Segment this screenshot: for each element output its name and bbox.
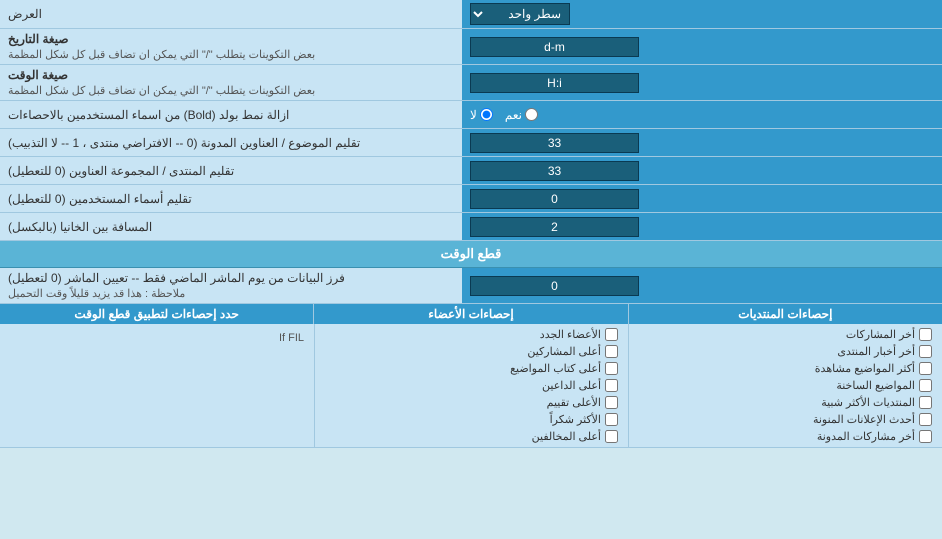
display-label: العرض <box>8 7 42 21</box>
row-time-format-left <box>462 65 942 100</box>
row-trim-topic-right: تقليم الموضوع / العناوين المدونة (0 -- ا… <box>0 129 462 156</box>
checkbox-col1-0[interactable] <box>919 328 932 341</box>
radio-no[interactable] <box>480 108 493 121</box>
stats-col3-header: حدد إحصاءات لتطبيق قطع الوقت <box>0 304 313 324</box>
row-cutoff: فرز البيانات من يوم الماشر الماضي فقط --… <box>0 268 942 304</box>
stats-col2-item-4: الأعلى تقييم <box>325 396 618 409</box>
stats-col1-item-1: أخر أخبار المنتدى <box>639 345 932 358</box>
stats-col1-item-5: أحدث الإعلانات المنونة <box>639 413 932 426</box>
row-bold-remove-left: نعم لا <box>462 101 942 128</box>
stats-col1-item-2: أكثر المواضيع مشاهدة <box>639 362 932 375</box>
time-format-input[interactable] <box>470 73 639 93</box>
row-trim-forum-right: تقليم المنتدى / المجموعة العناوين (0 للت… <box>0 157 462 184</box>
stats-col2-item-5: الأكثر شكراً <box>325 413 618 426</box>
date-format-label-1: صيغة التاريخ <box>8 32 69 46</box>
row-trim-users: تقليم أسماء المستخدمين (0 للتعطيل) <box>0 185 942 213</box>
trim-topic-label: تقليم الموضوع / العناوين المدونة (0 -- ا… <box>8 136 360 150</box>
trim-users-input[interactable] <box>470 189 639 209</box>
stats-checkboxes-grid: أخر المشاركات أخر أخبار المنتدى أكثر الم… <box>0 324 942 448</box>
row-bold-remove: نعم لا ازالة نمط بولد (Bold) من اسماء ال… <box>0 101 942 129</box>
date-format-label-2: بعض التكوينات يتطلب "/" التي يمكن ان تضا… <box>8 48 315 61</box>
stats-col2-item-2: أعلى كتاب المواضيع <box>325 362 618 375</box>
date-format-input[interactable] <box>470 37 639 57</box>
row-spacing: المسافة بين الخانيا (بالبكسل) <box>0 213 942 241</box>
checkbox-col2-2[interactable] <box>605 362 618 375</box>
row-spacing-right: المسافة بين الخانيا (بالبكسل) <box>0 213 462 240</box>
radio-yes-label[interactable]: نعم <box>505 108 538 122</box>
main-container: سطر واحد العرض صيغة التاريخ بعض التكوينا… <box>0 0 942 448</box>
checkbox-col2-6[interactable] <box>605 430 618 443</box>
spacing-label: المسافة بين الخانيا (بالبكسل) <box>8 220 152 234</box>
trim-topic-input[interactable] <box>470 133 639 153</box>
checkbox-col1-3[interactable] <box>919 379 932 392</box>
row-date-format: صيغة التاريخ بعض التكوينات يتطلب "/" الت… <box>0 29 942 65</box>
row-bold-remove-right: ازالة نمط بولد (Bold) من اسماء المستخدمي… <box>0 101 462 128</box>
display-select[interactable]: سطر واحد <box>470 3 570 25</box>
trim-forum-input[interactable] <box>470 161 639 181</box>
checkbox-col1-1[interactable] <box>919 345 932 358</box>
checkbox-col1-5[interactable] <box>919 413 932 426</box>
stats-col1-header: إحصاءات المنتديات <box>628 304 942 324</box>
row-trim-topic-left <box>462 129 942 156</box>
row-display: سطر واحد العرض <box>0 0 942 29</box>
checkbox-col1-4[interactable] <box>919 396 932 409</box>
row-time-format-right: صيغة الوقت بعض التكوينات يتطلب "/" التي … <box>0 65 462 100</box>
stats-col2-item-3: أعلى الداعين <box>325 379 618 392</box>
checkbox-col1-6[interactable] <box>919 430 932 443</box>
row-trim-users-left <box>462 185 942 212</box>
row-spacing-left <box>462 213 942 240</box>
cutoff-label-1: فرز البيانات من يوم الماشر الماضي فقط --… <box>8 271 345 285</box>
stats-col3: If FIL <box>0 324 314 447</box>
row-cutoff-left <box>462 268 942 303</box>
stats-col2: الأعضاء الجدد أعلى المشاركين أعلى كتاب ا… <box>314 324 628 447</box>
stats-col1: أخر المشاركات أخر أخبار المنتدى أكثر الم… <box>628 324 942 447</box>
spacing-input[interactable] <box>470 217 639 237</box>
row-time-format: صيغة الوقت بعض التكوينات يتطلب "/" التي … <box>0 65 942 101</box>
checkbox-col2-4[interactable] <box>605 396 618 409</box>
row-display-left: سطر واحد <box>462 0 942 28</box>
time-format-label-2: بعض التكوينات يتطلب "/" التي يمكن ان تضا… <box>8 84 315 97</box>
row-date-format-right: صيغة التاريخ بعض التكوينات يتطلب "/" الت… <box>0 29 462 64</box>
stats-note: If FIL <box>10 328 304 344</box>
stats-col2-item-0: الأعضاء الجدد <box>325 328 618 341</box>
radio-yes[interactable] <box>525 108 538 121</box>
checkbox-col1-2[interactable] <box>919 362 932 375</box>
row-trim-forum-left <box>462 157 942 184</box>
stats-col1-item-6: أخر مشاركات المدونة <box>639 430 932 443</box>
checkbox-col2-0[interactable] <box>605 328 618 341</box>
stats-header-row: إحصاءات المنتديات إحصاءات الأعضاء حدد إح… <box>0 304 942 324</box>
cutoff-label-2: ملاحظة : هذا قد يزيد قليلاً وقت التحميل <box>8 287 185 300</box>
trim-users-label: تقليم أسماء المستخدمين (0 للتعطيل) <box>8 192 192 206</box>
stats-col2-item-6: أعلى المخالفين <box>325 430 618 443</box>
trim-forum-label: تقليم المنتدى / المجموعة العناوين (0 للت… <box>8 164 234 178</box>
bold-radio-group: نعم لا <box>470 108 538 122</box>
time-format-label-1: صيغة الوقت <box>8 68 68 82</box>
checkbox-col2-3[interactable] <box>605 379 618 392</box>
cutoff-input[interactable] <box>470 276 639 296</box>
stats-area: إحصاءات المنتديات إحصاءات الأعضاء حدد إح… <box>0 304 942 448</box>
row-trim-topic: تقليم الموضوع / العناوين المدونة (0 -- ا… <box>0 129 942 157</box>
stats-col2-item-1: أعلى المشاركين <box>325 345 618 358</box>
stats-col1-item-3: المواضيع الساخنة <box>639 379 932 392</box>
checkbox-col2-5[interactable] <box>605 413 618 426</box>
bold-remove-label: ازالة نمط بولد (Bold) من اسماء المستخدمي… <box>8 108 289 122</box>
radio-no-label[interactable]: لا <box>470 108 493 122</box>
row-cutoff-right: فرز البيانات من يوم الماشر الماضي فقط --… <box>0 268 462 303</box>
checkbox-col2-1[interactable] <box>605 345 618 358</box>
row-trim-users-right: تقليم أسماء المستخدمين (0 للتعطيل) <box>0 185 462 212</box>
row-date-format-left <box>462 29 942 64</box>
row-display-right: العرض <box>0 0 462 28</box>
stats-col1-item-4: المنتديات الأكثر شبية <box>639 396 932 409</box>
stats-col2-header: إحصاءات الأعضاء <box>313 304 627 324</box>
stats-col1-item-0: أخر المشاركات <box>639 328 932 341</box>
row-trim-forum: تقليم المنتدى / المجموعة العناوين (0 للت… <box>0 157 942 185</box>
section-header-cutoff: قطع الوقت <box>0 241 942 268</box>
